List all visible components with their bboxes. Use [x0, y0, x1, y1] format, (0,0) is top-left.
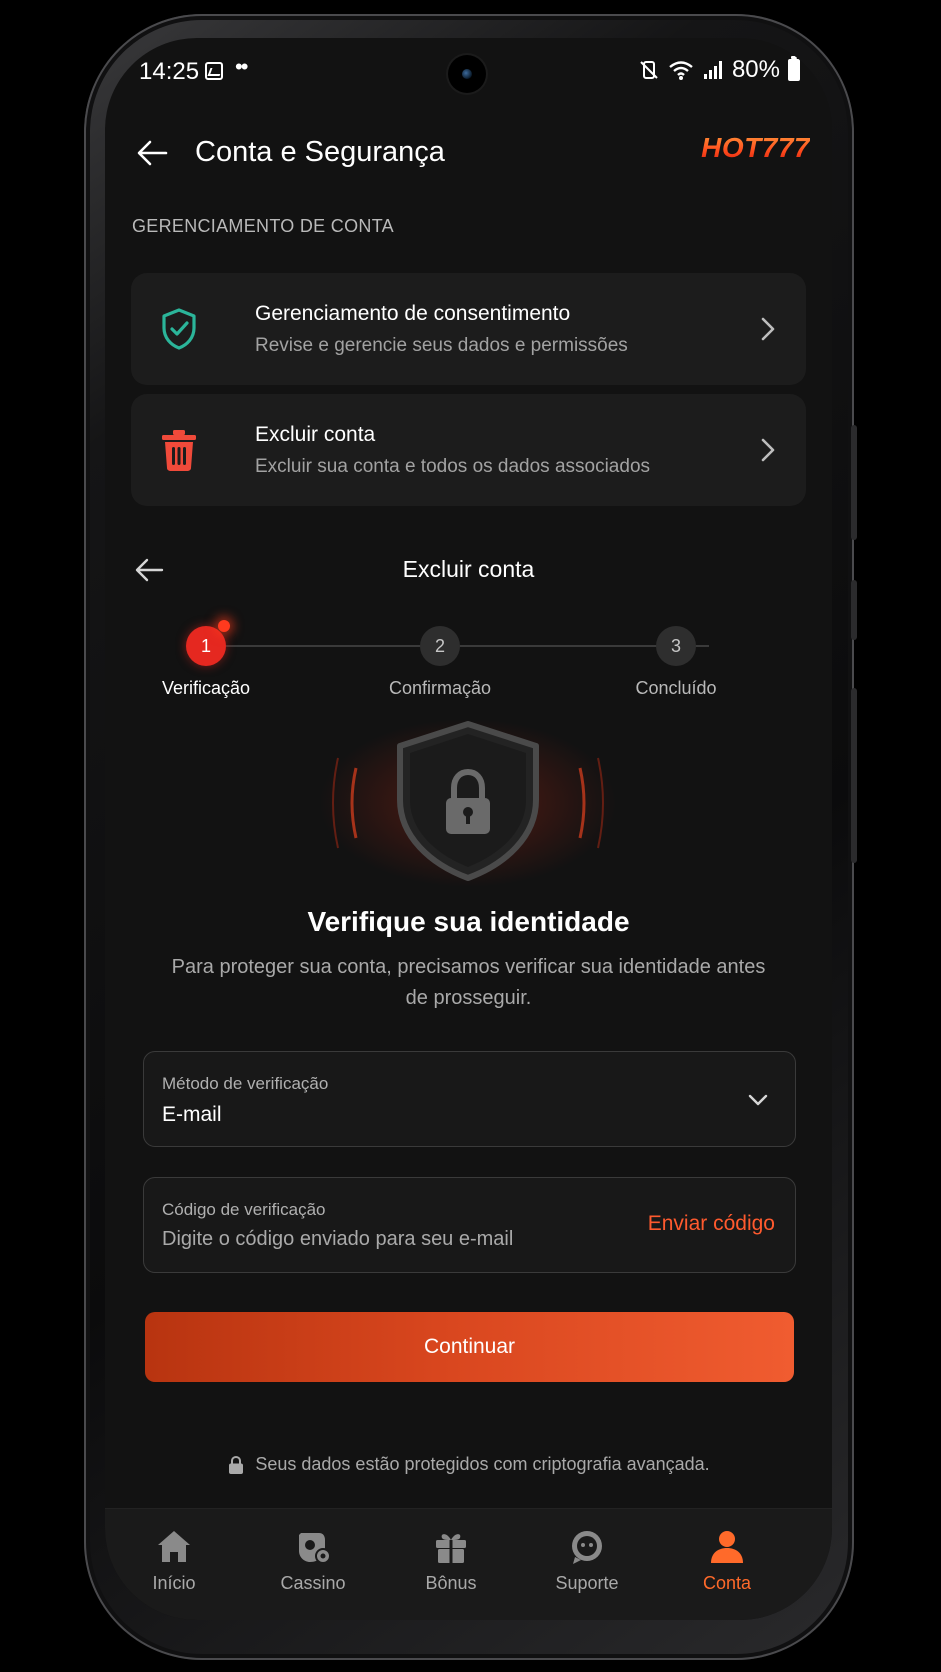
nav-item-bonus[interactable]: Bônus [391, 1527, 511, 1594]
home-icon [158, 1531, 190, 1562]
shield-lock-icon [332, 721, 604, 881]
step-indicator-1: 1 [186, 620, 230, 666]
consent-management-item[interactable]: Gerenciamento de consentimento Revise e … [131, 273, 806, 385]
vibrate-mute-icon [640, 61, 658, 79]
delete-title: Excluir conta [255, 423, 376, 446]
delete-account-sheet: Excluir conta 1 2 3 Verificação Confirma… [105, 526, 832, 1526]
user-icon [711, 1531, 743, 1563]
battery-icon [788, 56, 800, 81]
delete-subtitle: Excluir sua conta e todos os dados assoc… [255, 456, 651, 477]
verification-method-select[interactable]: Método de verificação E-mail [143, 1051, 796, 1147]
delete-account-item[interactable]: Excluir conta Excluir sua conta e todos … [131, 394, 806, 506]
back-button[interactable] [127, 128, 177, 178]
security-note: Seus dados estão protegidos com criptogr… [105, 1454, 832, 1475]
chevron-right-icon [761, 317, 775, 341]
status-time: 14:25 [139, 58, 200, 85]
nav-item-conta[interactable]: Conta [667, 1527, 787, 1594]
nav-label-suporte: Suporte [555, 1573, 619, 1593]
nav-label-conta: Conta [702, 1573, 752, 1593]
nav-item-inicio[interactable]: Início [114, 1527, 234, 1594]
security-note-text: Seus dados estão protegidos com criptogr… [255, 1454, 710, 1474]
support-chat-icon [572, 1531, 602, 1564]
bottom-nav: Início Cassino Bônus Suporte Conta [105, 1508, 832, 1620]
nav-label-bonus: Bônus [425, 1573, 477, 1593]
nav-item-cassino[interactable]: Cassino [253, 1527, 373, 1594]
battery-percent: 80% [731, 56, 780, 83]
verify-heading: Verifique sua identidade [307, 906, 630, 937]
method-value: E-mail [162, 1103, 222, 1126]
volume-down-button [851, 580, 857, 640]
consent-title: Gerenciamento de consentimento [255, 302, 571, 325]
volume-up-button [851, 425, 857, 540]
shield-check-icon [162, 308, 196, 350]
step-indicator-3: 3 [656, 626, 696, 666]
security-illustration [318, 718, 618, 888]
step-label-1: Verificação [161, 678, 251, 698]
nav-label-inicio: Início [152, 1573, 196, 1593]
casino-chip-icon [299, 1533, 331, 1564]
step-label-2: Confirmação [388, 678, 492, 698]
progress-stepper: 1 2 3 Verificação Confirmação Concluído [105, 620, 832, 706]
step-label-3: Concluído [635, 678, 717, 698]
consent-subtitle: Revise e gerencie seus dados e permissõe… [255, 335, 628, 356]
step-indicator-2: 2 [420, 626, 460, 666]
nav-item-suporte[interactable]: Suporte [527, 1527, 647, 1594]
lock-icon [229, 1455, 244, 1474]
status-bar: 14:25 •• 80% [105, 38, 832, 108]
gift-icon [436, 1534, 466, 1563]
send-code-button[interactable]: Enviar código [648, 1212, 775, 1236]
page-title: Conta e Segurança [195, 136, 445, 168]
sheet-title: Excluir conta [402, 556, 535, 582]
wifi-icon [669, 61, 693, 80]
verification-code-input[interactable] [162, 1228, 602, 1251]
trash-icon [162, 430, 196, 471]
front-camera [448, 55, 486, 93]
image-icon [205, 62, 223, 80]
section-label: GERENCIAMENTO DE CONTA [132, 216, 394, 236]
chevron-down-icon [748, 1094, 768, 1106]
brand-logo: HOT777 [701, 132, 810, 163]
continue-button[interactable]: Continuar [145, 1312, 794, 1382]
verify-description: Para proteger sua conta, precisamos veri… [171, 956, 766, 1009]
code-label: Código de verificação [162, 1200, 326, 1219]
status-icons: 80% [638, 56, 800, 84]
status-dots: •• [235, 54, 248, 79]
signal-icon [703, 61, 722, 79]
app-header: Conta e Segurança HOT777 [105, 118, 832, 188]
page: 14:25 •• 80% Conta e Segurança HOT777 GE… [0, 0, 941, 1672]
method-label: Método de verificação [162, 1074, 329, 1093]
nav-label-cassino: Cassino [280, 1573, 346, 1593]
arrow-left-icon [137, 140, 168, 166]
screen: 14:25 •• 80% Conta e Segurança HOT777 GE… [105, 38, 832, 1620]
verification-code-field: Código de verificação Enviar código [143, 1177, 796, 1273]
power-button [851, 688, 857, 863]
chevron-right-icon [761, 438, 775, 462]
